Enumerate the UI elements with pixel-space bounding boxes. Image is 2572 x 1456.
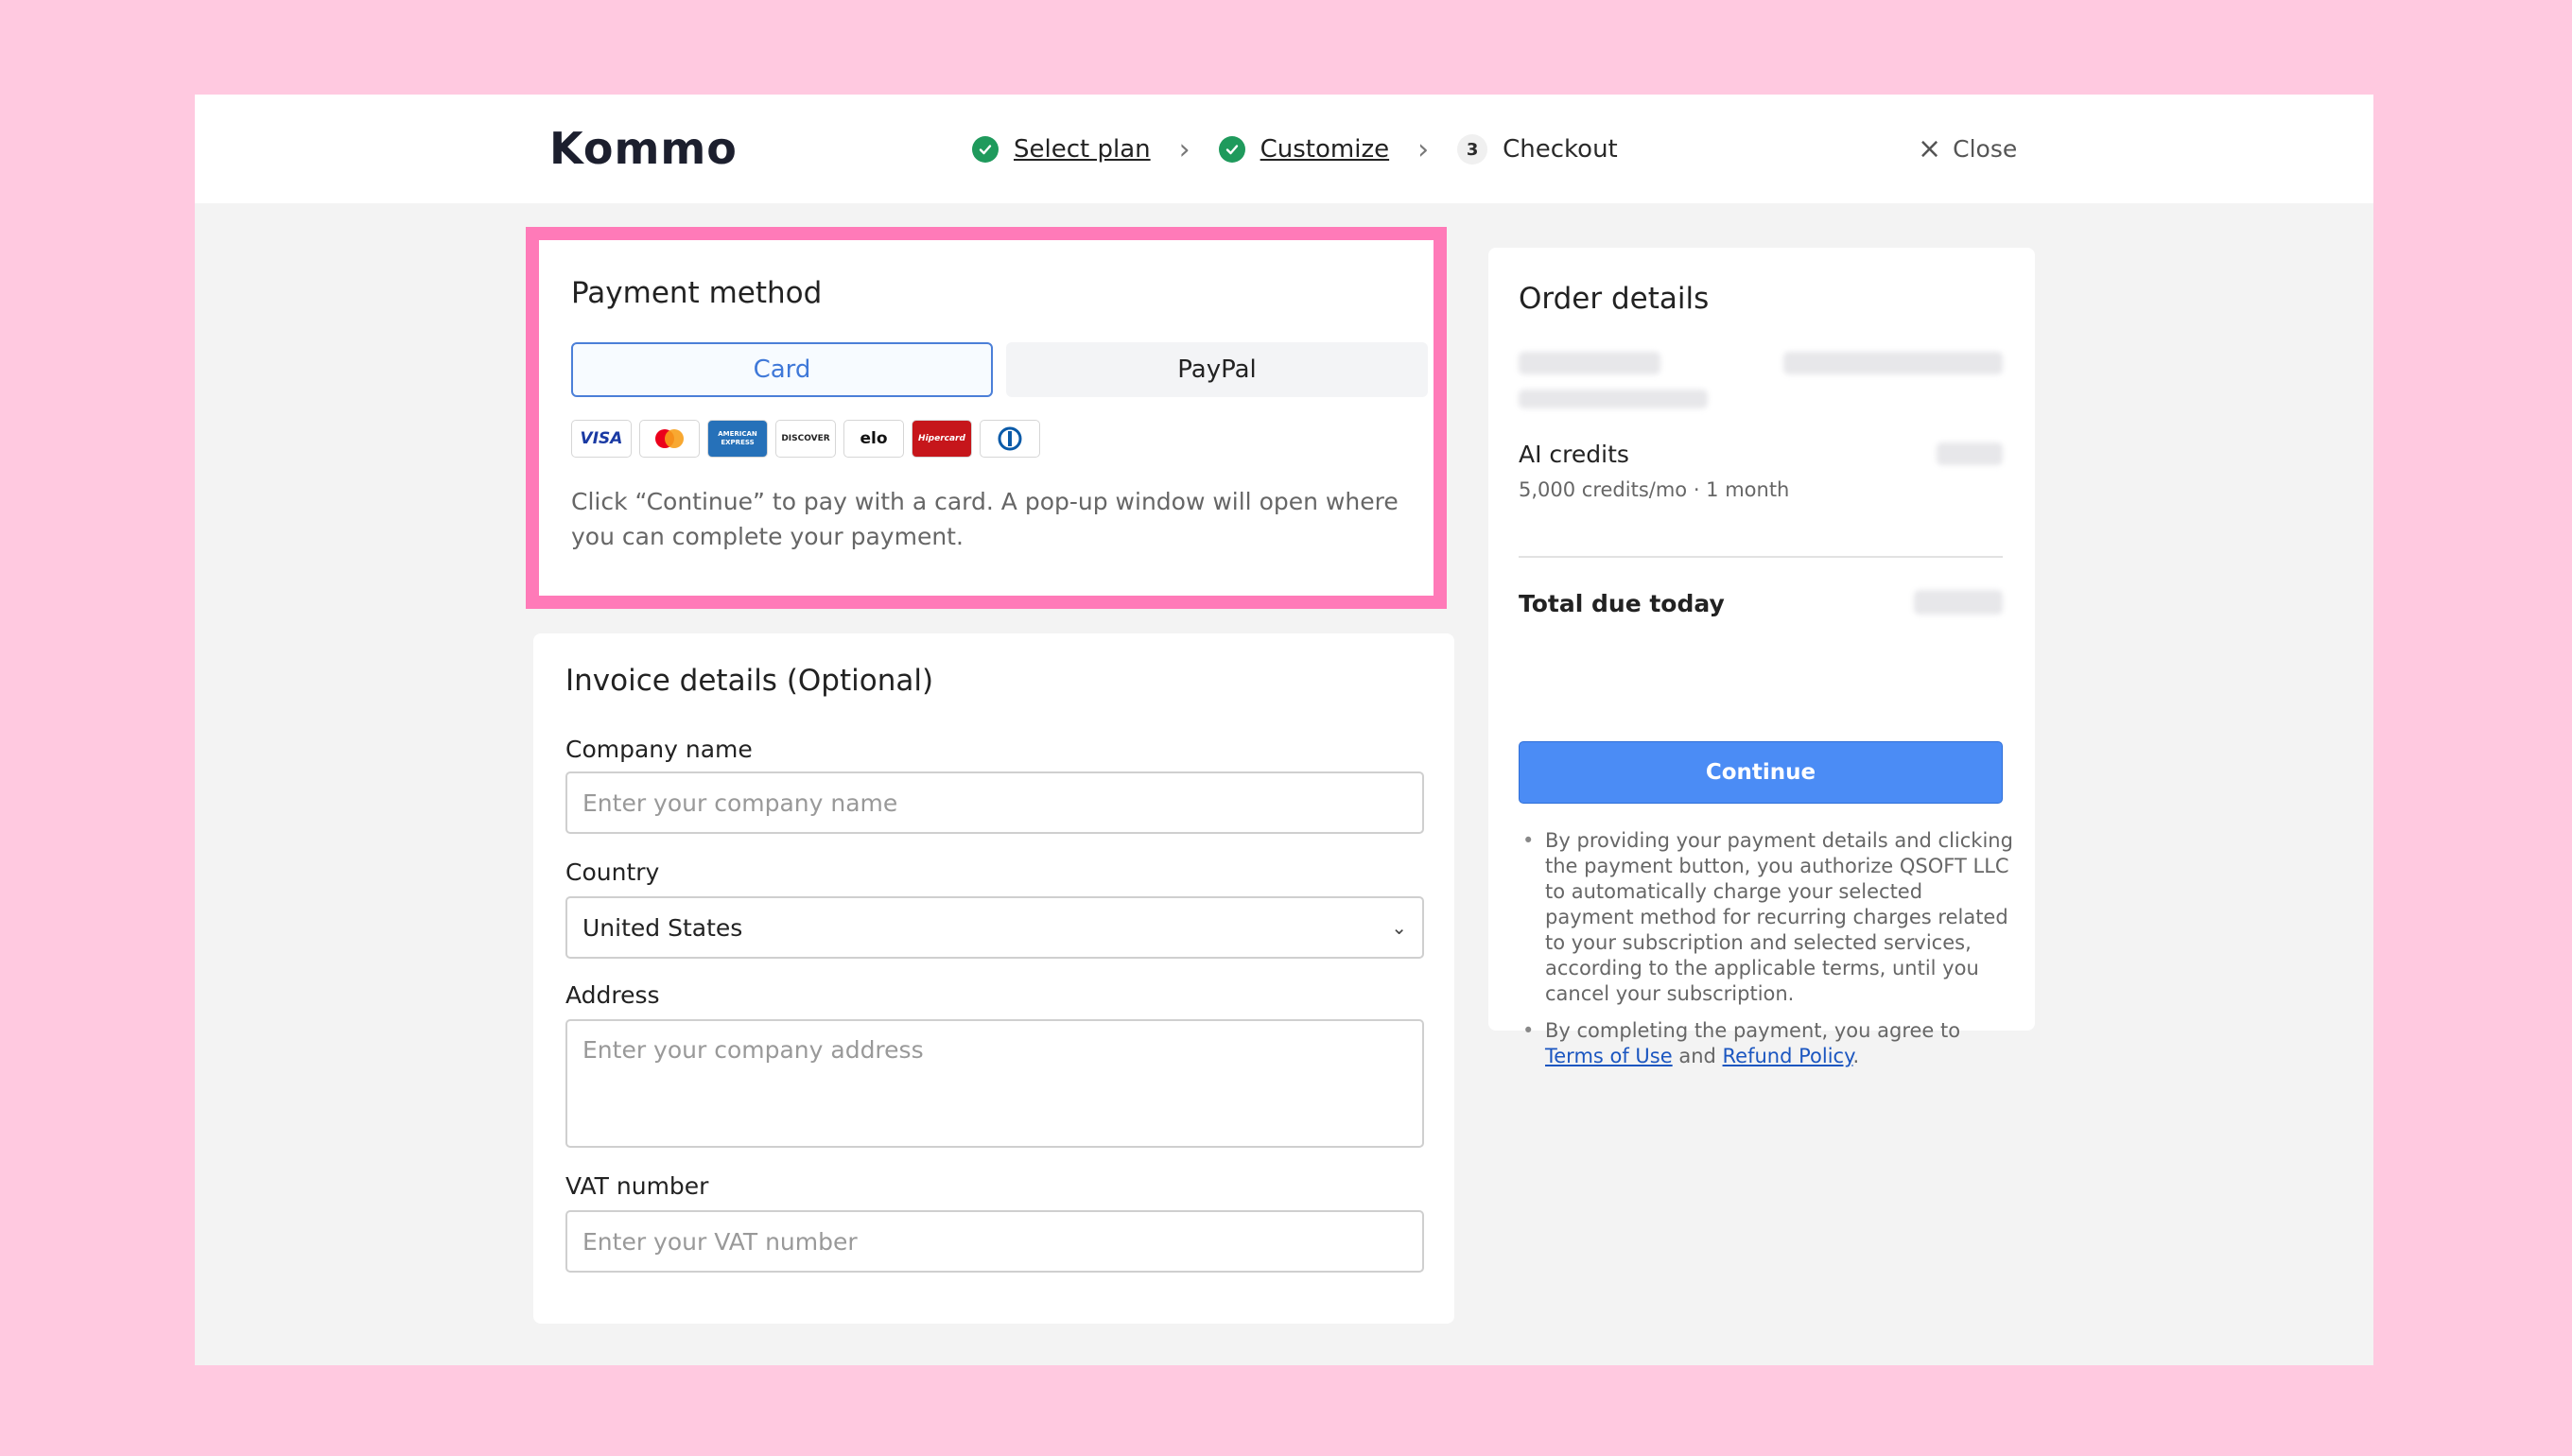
checkout-window: Kommo Select plan › Customize › 3 Checko… [195,95,2373,1365]
diners-club-logo [980,420,1040,458]
invoice-details-panel: Invoice details (Optional) Company name … [533,633,1454,1324]
company-name-label: Company name [565,736,753,763]
close-label: Close [1953,135,2018,163]
card-logos: VISA AMERICAN EXPRESS DISCOVER elo Hiper… [571,420,1040,458]
blurred-plan-name [1519,352,1660,374]
country-select[interactable]: United States ⌄ [565,896,1424,959]
ai-credits-title: AI credits [1519,441,1629,468]
order-details-title: Order details [1519,282,1710,316]
step-number-badge: 3 [1457,134,1488,165]
legal-authorization-text: By providing your payment details and cl… [1522,828,2014,1007]
payment-method-title: Payment method [571,276,823,310]
payment-tabs: Card PayPal [571,342,1428,397]
close-button[interactable]: × Close [1918,132,2017,165]
step-label[interactable]: Customize [1260,135,1389,164]
total-due-label: Total due today [1519,590,1725,617]
legal-notes: By providing your payment details and cl… [1522,828,2014,1081]
tab-paypal[interactable]: PayPal [1006,342,1428,397]
continue-button[interactable]: Continue [1519,741,2003,804]
order-divider [1519,556,2003,558]
check-icon [972,136,999,163]
blurred-ai-credits-price [1937,442,2003,465]
country-label: Country [565,858,660,886]
checkout-steps: Select plan › Customize › 3 Checkout [972,130,1618,168]
checkout-header: Kommo Select plan › Customize › 3 Checko… [195,95,2373,203]
order-details-panel: Order details AI credits 5,000 credits/m… [1488,248,2035,1067]
terms-of-use-link[interactable]: Terms of Use [1545,1045,1673,1067]
tab-card[interactable]: Card [571,342,993,397]
payment-note: Click “Continue” to pay with a card. A p… [571,488,1399,550]
legal-agreement-text: By completing the payment, you agree to … [1522,1018,2014,1069]
blurred-plan-price [1783,352,2003,374]
step-label[interactable]: Select plan [1014,135,1151,164]
visa-logo: VISA [571,420,632,458]
invoice-title: Invoice details (Optional) [565,664,934,698]
chevron-right-icon: › [1178,132,1190,166]
payment-method-panel: Payment method Card PayPal VISA AMERICAN… [539,240,1434,596]
blurred-plan-details [1519,390,1708,408]
address-label: Address [565,981,660,1009]
address-input[interactable] [565,1019,1424,1148]
hipercard-logo: Hipercard [912,420,972,458]
elo-logo: elo [843,420,904,458]
chevron-down-icon: ⌄ [1391,916,1407,939]
step-select-plan[interactable]: Select plan [972,135,1151,164]
check-icon [1218,136,1245,163]
step-checkout: 3 Checkout [1457,134,1618,165]
vat-number-input[interactable] [565,1210,1424,1273]
blurred-total-amount [1914,590,2003,615]
ai-credits-subtitle: 5,000 credits/mo · 1 month [1519,478,1790,501]
company-name-input[interactable] [565,771,1424,834]
mastercard-logo [639,420,700,458]
refund-policy-link[interactable]: Refund Policy [1723,1045,1853,1067]
vat-number-label: VAT number [565,1172,709,1200]
close-icon: × [1918,132,1942,165]
country-value: United States [582,913,743,942]
step-customize[interactable]: Customize [1218,135,1389,164]
discover-logo: DISCOVER [775,420,836,458]
amex-logo: AMERICAN EXPRESS [707,420,768,458]
step-label: Checkout [1503,135,1618,164]
kommo-logo: Kommo [549,123,738,174]
chevron-right-icon: › [1417,132,1430,166]
